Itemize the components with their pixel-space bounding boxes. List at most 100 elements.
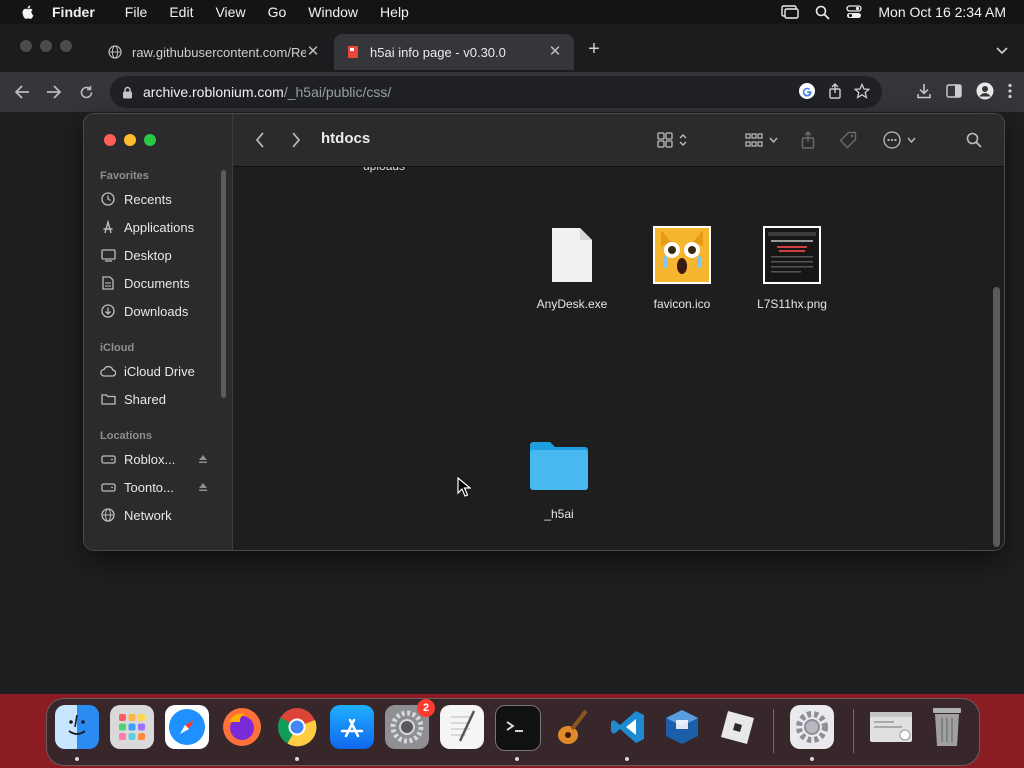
- reload-button[interactable]: [76, 82, 96, 102]
- sidebar-item-documents[interactable]: Documents: [100, 272, 226, 294]
- sidebar-item-downloads[interactable]: Downloads: [100, 300, 226, 322]
- drive-icon: [100, 479, 116, 495]
- tab-raw-githubusercontent[interactable]: raw.githubusercontent.com/Re ✕: [96, 34, 332, 70]
- file-item-anydesk[interactable]: AnyDesk.exe: [517, 225, 627, 311]
- dock-vscode[interactable]: [605, 705, 649, 749]
- dock-preview-window[interactable]: [869, 705, 913, 749]
- tab-h5ai-info-page[interactable]: h5ai info page - v0.30.0 ✕: [334, 34, 574, 70]
- sidebar-item-roblox-volume[interactable]: Roblox...: [100, 448, 226, 470]
- tab-close-icon[interactable]: ✕: [548, 44, 562, 59]
- finder-forward-button[interactable]: [286, 130, 306, 150]
- dock-launchpad[interactable]: [110, 705, 154, 749]
- sidebar-section-icloud: iCloud: [100, 342, 135, 354]
- drive-icon: [100, 451, 116, 467]
- sidebar-item-shared[interactable]: Shared: [100, 388, 226, 410]
- dock-virtualbox[interactable]: [660, 705, 704, 749]
- finder-sidebar: Favorites Recents Applications Desktop D…: [84, 114, 233, 550]
- finder-content-area[interactable]: uploads AnyDesk.exe favicon.ico: [233, 167, 1004, 550]
- apple-icon[interactable]: [20, 4, 36, 20]
- dock-textedit[interactable]: [440, 705, 484, 749]
- browser-minimize-button[interactable]: [40, 40, 52, 52]
- file-item-favicon[interactable]: favicon.ico: [627, 225, 737, 311]
- menubar-clock[interactable]: Mon Oct 16 2:34 AM: [878, 4, 1006, 20]
- dock-firefox[interactable]: [220, 705, 264, 749]
- h5ai-favicon-icon: [348, 46, 358, 58]
- file-label-uploads[interactable]: uploads: [363, 167, 405, 173]
- menu-app-name[interactable]: Finder: [52, 4, 95, 20]
- dock-safari[interactable]: [165, 705, 209, 749]
- finder-back-button[interactable]: [250, 130, 270, 150]
- sidebar-item-network[interactable]: Network: [100, 504, 226, 526]
- finder-search-button[interactable]: [966, 130, 982, 150]
- group-button[interactable]: [745, 130, 778, 150]
- address-bar[interactable]: archive.roblonium.com/_h5ai/public/css/: [110, 76, 882, 108]
- dock-trash[interactable]: [925, 705, 969, 749]
- share-icon[interactable]: [828, 83, 842, 102]
- tag-button[interactable]: [839, 130, 857, 150]
- share-button[interactable]: [801, 130, 815, 150]
- sidebar-item-label: Shared: [124, 391, 166, 407]
- browser-close-button[interactable]: [20, 40, 32, 52]
- finder-window: Favorites Recents Applications Desktop D…: [84, 114, 1004, 550]
- kebab-menu-icon[interactable]: [1008, 83, 1012, 104]
- profile-avatar-icon[interactable]: [976, 82, 994, 105]
- sidebar-item-icloud-drive[interactable]: iCloud Drive: [100, 360, 226, 382]
- sidebar-section-locations: Locations: [100, 430, 152, 442]
- content-scrollbar[interactable]: [993, 287, 1000, 547]
- download-icon[interactable]: [916, 83, 932, 104]
- browser-zoom-button[interactable]: [60, 40, 72, 52]
- dock-system-settings[interactable]: 2: [385, 699, 435, 749]
- dock-chrome[interactable]: [275, 705, 319, 749]
- sidebar-item-recents[interactable]: Recents: [100, 188, 226, 210]
- menu-edit[interactable]: Edit: [169, 4, 193, 20]
- screen-mirroring-icon[interactable]: [781, 5, 800, 19]
- dock-app-store[interactable]: [330, 705, 374, 749]
- file-item-l7s11hx[interactable]: L7S11hx.png: [737, 225, 847, 311]
- menu-view[interactable]: View: [215, 4, 245, 20]
- dock-separator: [773, 709, 774, 753]
- side-panel-icon[interactable]: [946, 84, 962, 103]
- file-item-h5ai-folder[interactable]: _h5ai: [504, 435, 614, 521]
- eject-icon[interactable]: [198, 480, 208, 495]
- globe-icon: [108, 45, 122, 59]
- sidebar-scrollbar[interactable]: [221, 170, 226, 398]
- search-icon: [966, 132, 982, 148]
- dock-finder[interactable]: [55, 705, 99, 749]
- finder-minimize-button[interactable]: [124, 134, 136, 146]
- spotlight-search-icon[interactable]: [815, 5, 831, 20]
- control-center-icon[interactable]: [846, 5, 863, 19]
- tab-close-icon[interactable]: ✕: [306, 44, 320, 59]
- dock-roblox[interactable]: [715, 705, 759, 749]
- forward-button[interactable]: [44, 82, 64, 102]
- menu-bar: Finder File Edit View Go Window Help Mon…: [0, 0, 1024, 24]
- sidebar-item-toonto-volume[interactable]: Toonto...: [100, 476, 226, 498]
- icon-grid-icon: [657, 132, 673, 148]
- more-actions-button[interactable]: [883, 130, 916, 150]
- mouse-cursor-icon: [457, 477, 471, 497]
- menu-file[interactable]: File: [125, 4, 148, 20]
- running-indicator: [75, 757, 79, 761]
- lock-icon[interactable]: [122, 86, 133, 99]
- dock-terminal[interactable]: [495, 705, 541, 751]
- tab-search-chevron-icon[interactable]: [996, 42, 1008, 60]
- firefox-icon: [223, 708, 261, 746]
- favicon-image-icon: [652, 225, 712, 285]
- sidebar-item-applications[interactable]: Applications: [100, 216, 226, 238]
- applications-icon: [100, 219, 116, 235]
- menu-window[interactable]: Window: [308, 4, 358, 20]
- finder-zoom-button[interactable]: [144, 134, 156, 146]
- google-lens-icon[interactable]: [798, 82, 816, 103]
- finder-close-button[interactable]: [104, 134, 116, 146]
- view-mode-button[interactable]: [657, 130, 687, 150]
- sidebar-item-desktop[interactable]: Desktop: [100, 244, 226, 266]
- menu-go[interactable]: Go: [268, 4, 287, 20]
- new-tab-button[interactable]: +: [584, 38, 604, 61]
- dock-settings-app[interactable]: [790, 705, 834, 749]
- file-name: AnyDesk.exe: [536, 297, 608, 311]
- dock-garageband[interactable]: [550, 705, 594, 749]
- network-icon: [100, 507, 116, 523]
- back-button[interactable]: [12, 82, 32, 102]
- bookmark-star-icon[interactable]: [853, 82, 871, 102]
- eject-icon[interactable]: [198, 452, 208, 467]
- menu-help[interactable]: Help: [380, 4, 409, 20]
